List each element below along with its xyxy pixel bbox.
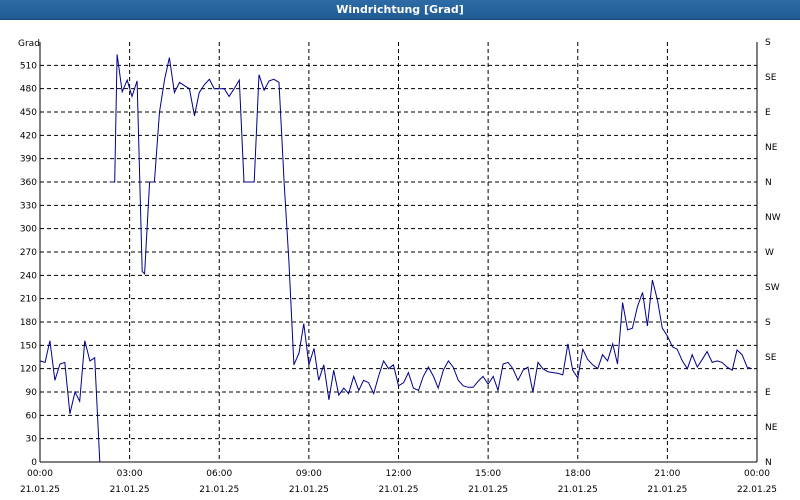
window-title: Windrichtung [Grad] xyxy=(0,0,800,20)
y2-tick-label: W xyxy=(765,248,774,258)
x-tick-time: 00:00 xyxy=(27,469,53,479)
y2-tick-label: N xyxy=(765,458,772,468)
y-tick-label: 390 xyxy=(20,155,37,165)
x-tick-date: 21.01.25 xyxy=(20,485,60,495)
y2-axis-ticks: N NE E SE S SW W NW N NE E SE S xyxy=(765,38,781,468)
y2-tick-label: N xyxy=(765,178,772,188)
y-tick-label: 480 xyxy=(20,85,37,95)
y2-tick-label: E xyxy=(765,388,771,398)
x-tick-date: 22.01.25 xyxy=(737,485,777,495)
y-tick-label: 330 xyxy=(20,201,37,211)
y2-tick-label: S xyxy=(765,318,771,328)
y-tick-label: 30 xyxy=(26,435,38,445)
y2-tick-label: NW xyxy=(765,213,781,223)
x-axis-ticks: 00:00 21.01.25 03:00 21.01.25 06:00 21.01.25 0… xyxy=(20,469,777,495)
y-tick-label: 360 xyxy=(20,178,37,188)
y-tick-label: 90 xyxy=(26,388,38,398)
y-tick-label: 0 xyxy=(31,458,37,468)
x-tick-date: 21.01.25 xyxy=(289,485,329,495)
x-tick-date: 21.01.25 xyxy=(199,485,239,495)
y-tick-label: 450 xyxy=(20,108,37,118)
y2-tick-label: SE xyxy=(765,73,777,83)
x-tick-time: 09:00 xyxy=(296,469,322,479)
y2-tick-label: SE xyxy=(765,353,777,363)
x-tick-date: 21.01.25 xyxy=(558,485,598,495)
y-tick-label: 300 xyxy=(20,225,37,235)
x-tick-time: 18:00 xyxy=(565,469,591,479)
x-tick-time: 15:00 xyxy=(475,469,501,479)
y-tick-label: 120 xyxy=(20,365,37,375)
y2-tick-label: NE xyxy=(765,423,778,433)
y-tick-label: 180 xyxy=(20,318,37,328)
x-tick-time: 12:00 xyxy=(386,469,412,479)
y2-tick-label: SW xyxy=(765,283,780,293)
x-tick-date: 21.01.25 xyxy=(378,485,418,495)
y2-tick-label: E xyxy=(765,108,771,118)
y2-tick-label: S xyxy=(765,38,771,48)
y-tick-label: 210 xyxy=(20,295,37,305)
y-tick-label: 510 xyxy=(20,61,37,71)
y-tick-label: 270 xyxy=(20,248,37,258)
x-tick-time: 03:00 xyxy=(117,469,143,479)
y-axis-ticks: 0 30 60 90 120 150 180 210 240 270 300 330 360 390 420… xyxy=(20,61,37,468)
line-chart: 0 30 60 90 120 150 180 210 240 270 300 330 360 390 420… xyxy=(18,38,781,495)
y2-tick-label: NE xyxy=(765,143,778,153)
x-tick-time: 21:00 xyxy=(654,469,680,479)
y-tick-label: 240 xyxy=(20,271,37,281)
y-tick-label: 60 xyxy=(26,411,38,421)
y-tick-label: 150 xyxy=(20,341,37,351)
y-axis-label: Grad xyxy=(18,39,40,49)
x-tick-time: 00:00 xyxy=(744,469,770,479)
x-tick-date: 21.01.25 xyxy=(110,485,150,495)
x-tick-time: 06:00 xyxy=(206,469,232,479)
y-tick-label: 420 xyxy=(20,131,37,141)
x-tick-date: 21.01.25 xyxy=(468,485,508,495)
x-tick-date: 21.01.25 xyxy=(647,485,687,495)
